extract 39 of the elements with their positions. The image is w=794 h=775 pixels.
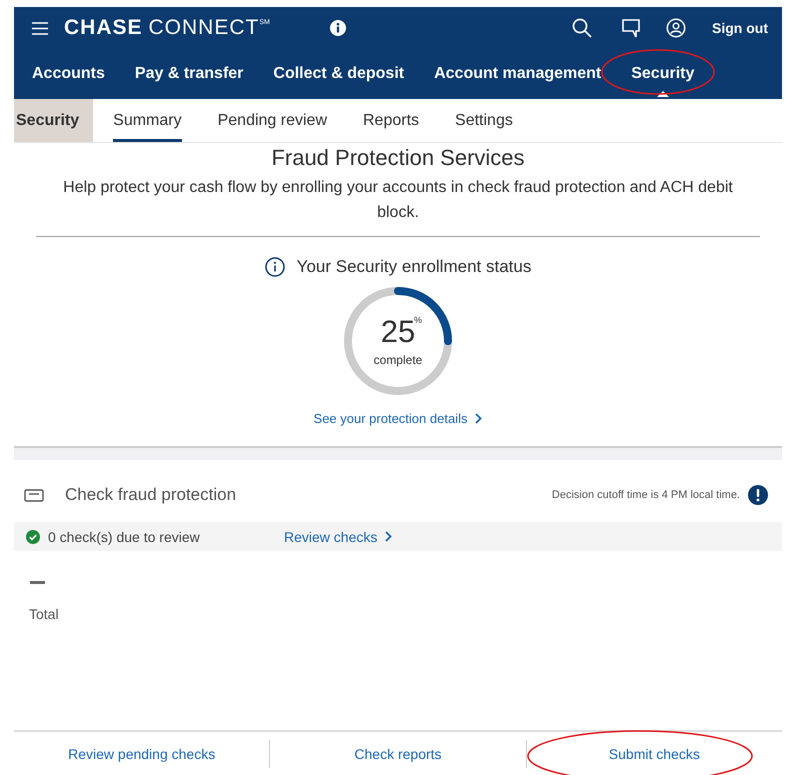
brand-logo-text: CHASE xyxy=(64,16,143,40)
tab[interactable]: Summary xyxy=(113,99,182,142)
footer-link[interactable]: Review pending checks xyxy=(68,746,216,762)
section-label: Security xyxy=(14,99,94,142)
message-flag-icon[interactable] xyxy=(622,18,640,38)
percent-sign: % xyxy=(414,315,422,325)
nav-item[interactable]: Account management xyxy=(434,51,602,97)
chevron-icon xyxy=(385,531,392,542)
review-checks-link[interactable]: Review checks xyxy=(284,528,392,544)
profile-icon[interactable] xyxy=(666,18,686,38)
total-label: Total xyxy=(29,606,60,622)
chevron-icon xyxy=(475,413,482,424)
empty-value-dash xyxy=(30,581,45,584)
menu-icon[interactable] xyxy=(32,22,48,34)
brand-product-text: CONNECT xyxy=(148,16,260,40)
cutoff-note: Decision cutoff time is 4 PM local time. xyxy=(552,489,740,501)
info-icon xyxy=(264,257,285,277)
footer-link[interactable]: Submit checks xyxy=(608,746,700,762)
tab[interactable]: Reports xyxy=(363,99,420,142)
footer-link[interactable]: Check reports xyxy=(354,746,442,762)
check-card-icon xyxy=(24,488,44,502)
percent-caption: complete xyxy=(374,352,422,366)
page-title: Fraud Protection Services xyxy=(271,145,525,171)
description-text: Help protect your cash flow by enrolling your accounts in check fraud protection and ACH debit block. xyxy=(62,178,734,223)
status-title: Your Security enrollment status xyxy=(296,257,532,277)
tab[interactable]: Settings xyxy=(455,99,513,142)
tab[interactable]: Pending review xyxy=(218,99,327,142)
section-title: Check fraud protection xyxy=(65,485,236,505)
info-icon xyxy=(330,20,346,36)
protection-details-link[interactable]: See your protection details xyxy=(314,411,482,426)
sign-out-button[interactable]: Sign out xyxy=(712,20,768,36)
review-status-text: 0 check(s) due to review xyxy=(48,528,201,544)
search-icon[interactable] xyxy=(572,18,592,38)
percent-value: 25 xyxy=(380,316,416,346)
alert-icon xyxy=(748,485,768,505)
check-circle-icon xyxy=(26,530,40,544)
nav-item[interactable]: Pay & transfer xyxy=(134,51,244,97)
nav-item[interactable]: Accounts xyxy=(32,51,105,97)
nav-item[interactable]: Collect & deposit xyxy=(273,51,404,97)
